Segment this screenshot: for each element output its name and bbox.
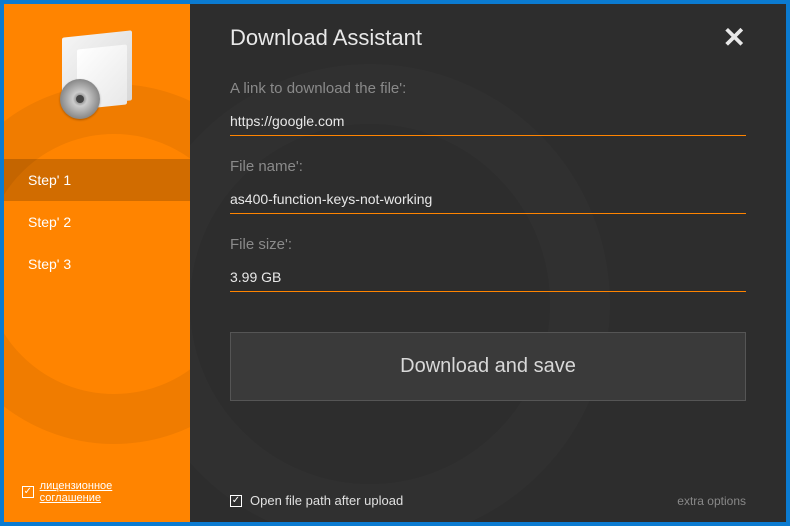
close-icon[interactable]: ✕ [723, 24, 746, 52]
link-label: A link to download the file': [230, 80, 746, 97]
footer-left: Open file path after upload [230, 493, 403, 508]
step-3[interactable]: Step' 3 [4, 243, 190, 285]
field-link: A link to download the file': [230, 80, 746, 136]
filesize-input[interactable] [230, 265, 746, 292]
filename-input[interactable] [230, 187, 746, 214]
filesize-label: File size': [230, 236, 746, 253]
field-size: File size': [230, 236, 746, 292]
steps-nav: Step' 1 Step' 2 Step' 3 [4, 159, 190, 285]
link-input[interactable] [230, 109, 746, 136]
app-window: Step' 1 Step' 2 Step' 3 лицензионное сог… [4, 4, 786, 522]
main-panel: Download Assistant ✕ A link to download … [190, 4, 786, 522]
open-path-checkbox[interactable] [230, 495, 242, 507]
step-2[interactable]: Step' 2 [4, 201, 190, 243]
extra-options-link[interactable]: extra options [677, 494, 746, 508]
open-path-label: Open file path after upload [250, 493, 403, 508]
field-name: File name': [230, 158, 746, 214]
page-title: Download Assistant [230, 25, 422, 51]
header: Download Assistant ✕ [230, 24, 746, 52]
license-checkbox[interactable] [22, 486, 34, 498]
main-footer: Open file path after upload extra option… [230, 483, 746, 508]
sidebar-footer: лицензионное соглашение [4, 462, 190, 522]
license-link[interactable]: лицензионное соглашение [40, 480, 172, 504]
filename-label: File name': [230, 158, 746, 175]
sidebar: Step' 1 Step' 2 Step' 3 лицензионное сог… [4, 4, 190, 522]
step-1[interactable]: Step' 1 [4, 159, 190, 201]
installer-icon [52, 29, 142, 119]
download-button[interactable]: Download and save [230, 332, 746, 401]
